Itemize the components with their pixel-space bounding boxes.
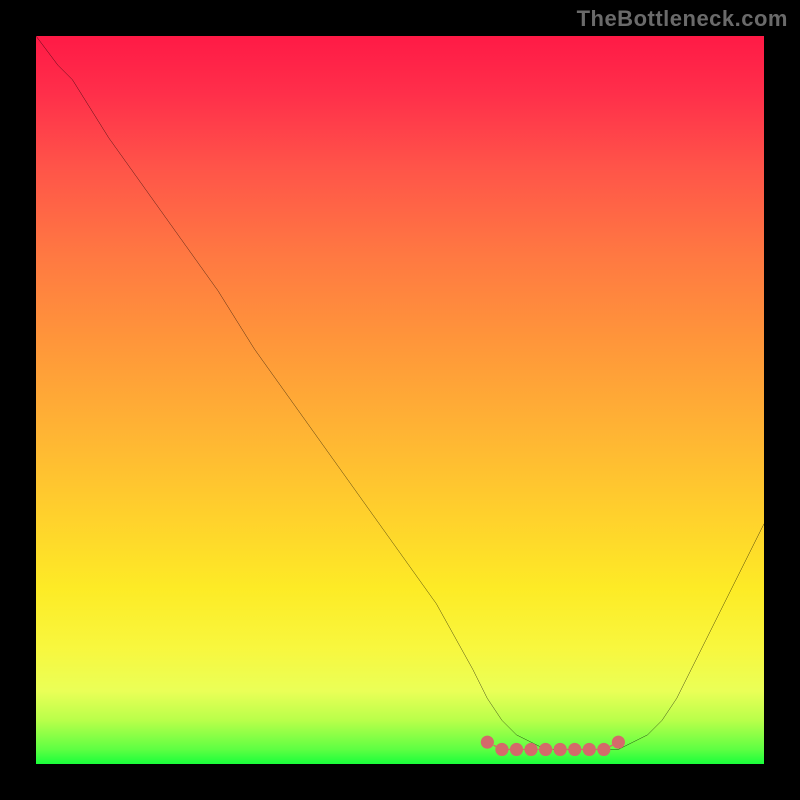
chart-svg-layer [36,36,764,764]
highlight-point [612,736,625,749]
highlight-point [510,743,523,756]
chart-frame: TheBottleneck.com [0,0,800,800]
highlight-point [583,743,596,756]
watermark-text: TheBottleneck.com [577,6,788,32]
highlight-point [481,736,494,749]
highlight-point [554,743,567,756]
highlight-point [539,743,552,756]
highlight-point [524,743,537,756]
highlighted-data-points-group [481,736,625,756]
highlight-point [495,743,508,756]
bottleneck-curve-path [36,36,764,749]
highlight-point [568,743,581,756]
highlight-point [597,743,610,756]
